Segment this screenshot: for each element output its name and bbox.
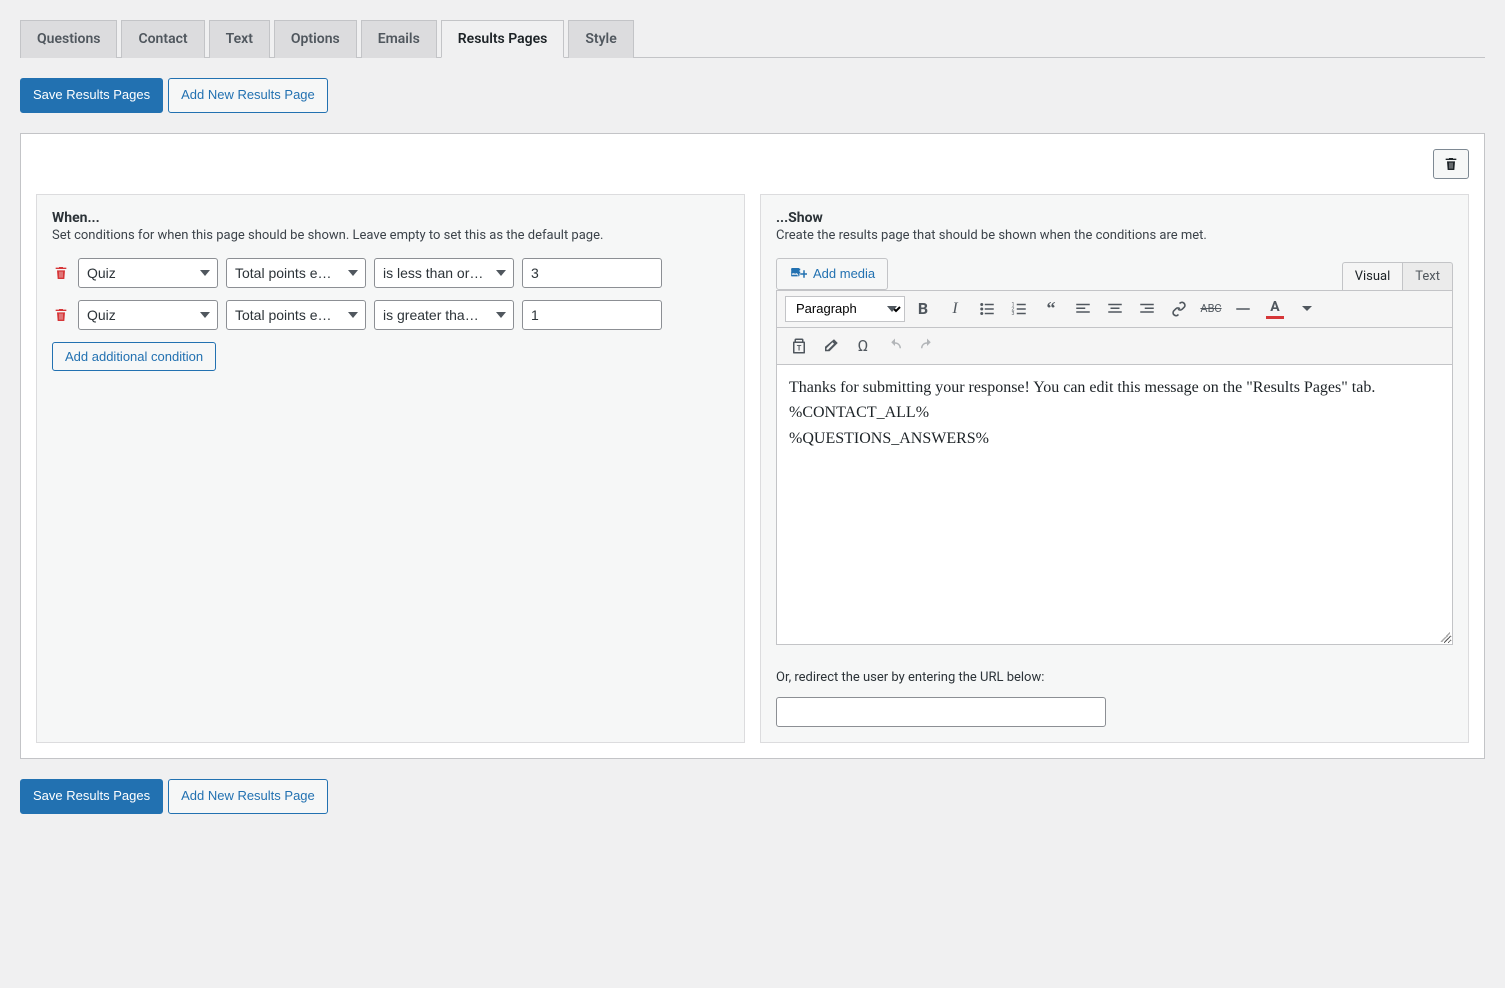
numbered-list-icon: 123: [1010, 300, 1028, 318]
save-button[interactable]: Save Results Pages: [20, 78, 163, 113]
action-buttons-bottom: Save Results Pages Add New Results Page: [20, 779, 1485, 814]
redirect-label: Or, redirect the user by entering the UR…: [776, 670, 1453, 685]
bold-icon: B: [918, 299, 928, 318]
save-button-bottom[interactable]: Save Results Pages: [20, 779, 163, 814]
align-center-icon: [1106, 300, 1124, 318]
italic-icon: I: [952, 300, 957, 318]
text-color-button[interactable]: A: [1261, 295, 1289, 323]
chevron-down-icon: [1302, 304, 1312, 314]
text-color-icon: A: [1270, 299, 1279, 315]
editor-tab-text[interactable]: Text: [1402, 262, 1453, 290]
editor-toolbar-row2: T Ω: [776, 328, 1453, 365]
condition-metric-select[interactable]: Total points earned: [226, 300, 366, 330]
add-condition-button[interactable]: Add additional condition: [52, 342, 216, 371]
numbered-list-button[interactable]: 123: [1005, 295, 1033, 323]
align-right-icon: [1138, 300, 1156, 318]
svg-text:3: 3: [1012, 311, 1015, 317]
delete-condition-button[interactable]: [52, 307, 70, 323]
when-panel: When... Set conditions for when this pag…: [36, 194, 745, 743]
show-heading: ...Show: [776, 210, 1453, 226]
align-left-icon: [1074, 300, 1092, 318]
editor-mode-tabs: Visual Text: [1342, 262, 1453, 290]
align-left-button[interactable]: [1069, 295, 1097, 323]
media-icon: [789, 265, 807, 283]
align-right-button[interactable]: [1133, 295, 1161, 323]
condition-scope-select[interactable]: Quiz: [78, 300, 218, 330]
condition-operator-select[interactable]: is greater than or equal to: [374, 300, 514, 330]
show-subtext: Create the results page that should be s…: [776, 228, 1453, 243]
condition-row: Quiz Total points earned is greater than…: [52, 300, 729, 330]
editor-tab-visual[interactable]: Visual: [1342, 262, 1403, 290]
trash-icon: [1443, 156, 1459, 172]
tab-bar: Questions Contact Text Options Emails Re…: [20, 20, 1485, 58]
condition-row: Quiz Total points earned is less than or…: [52, 258, 729, 288]
text-color-chevron[interactable]: [1293, 295, 1321, 323]
add-new-button[interactable]: Add New Results Page: [168, 78, 328, 113]
condition-operator-select[interactable]: is less than or equal to: [374, 258, 514, 288]
omega-icon: Ω: [858, 336, 869, 355]
editor-toolbar: Paragraph B I 123 “ ABC A: [776, 290, 1453, 328]
results-page-card: When... Set conditions for when this pag…: [20, 133, 1485, 759]
format-select[interactable]: Paragraph: [785, 296, 905, 322]
trash-icon: [53, 307, 69, 323]
delete-page-button[interactable]: [1433, 149, 1469, 179]
tab-contact[interactable]: Contact: [121, 20, 204, 58]
delete-condition-button[interactable]: [52, 265, 70, 281]
tab-emails[interactable]: Emails: [361, 20, 437, 58]
show-panel: ...Show Create the results page that sho…: [760, 194, 1469, 743]
align-center-button[interactable]: [1101, 295, 1129, 323]
bold-button[interactable]: B: [909, 295, 937, 323]
link-icon: [1170, 300, 1188, 318]
italic-button[interactable]: I: [941, 295, 969, 323]
action-buttons-top: Save Results Pages Add New Results Page: [20, 78, 1485, 113]
add-media-label: Add media: [813, 266, 875, 281]
condition-value-input[interactable]: [522, 300, 662, 330]
add-new-button-bottom[interactable]: Add New Results Page: [168, 779, 328, 814]
undo-button[interactable]: [881, 332, 909, 360]
tab-results-pages[interactable]: Results Pages: [441, 20, 565, 58]
editor-content[interactable]: Thanks for submitting your response! You…: [776, 365, 1453, 645]
tab-questions[interactable]: Questions: [20, 20, 117, 58]
redo-button[interactable]: [913, 332, 941, 360]
svg-text:T: T: [797, 343, 802, 352]
condition-scope-select[interactable]: Quiz: [78, 258, 218, 288]
tab-style[interactable]: Style: [568, 20, 633, 58]
condition-value-input[interactable]: [522, 258, 662, 288]
when-subtext: Set conditions for when this page should…: [52, 228, 729, 243]
clipboard-icon: T: [790, 337, 808, 355]
condition-metric-select[interactable]: Total points earned: [226, 258, 366, 288]
special-char-button[interactable]: Ω: [849, 332, 877, 360]
paste-button[interactable]: T: [785, 332, 813, 360]
blockquote-button[interactable]: “: [1037, 295, 1065, 323]
bullet-list-button[interactable]: [973, 295, 1001, 323]
tab-text[interactable]: Text: [209, 20, 270, 58]
redo-icon: [918, 337, 936, 355]
hr-button[interactable]: [1229, 295, 1257, 323]
strike-icon: ABC: [1200, 301, 1221, 316]
undo-icon: [886, 337, 904, 355]
clear-formatting-button[interactable]: [817, 332, 845, 360]
link-button[interactable]: [1165, 295, 1193, 323]
add-media-button[interactable]: Add media: [776, 258, 888, 290]
hr-icon: [1234, 300, 1252, 318]
eraser-icon: [822, 337, 840, 355]
bullet-list-icon: [978, 300, 996, 318]
strikethrough-button[interactable]: ABC: [1197, 295, 1225, 323]
quote-icon: “: [1047, 298, 1056, 319]
trash-icon: [53, 265, 69, 281]
redirect-url-input[interactable]: [776, 697, 1106, 727]
when-heading: When...: [52, 210, 729, 226]
tab-options[interactable]: Options: [274, 20, 357, 58]
